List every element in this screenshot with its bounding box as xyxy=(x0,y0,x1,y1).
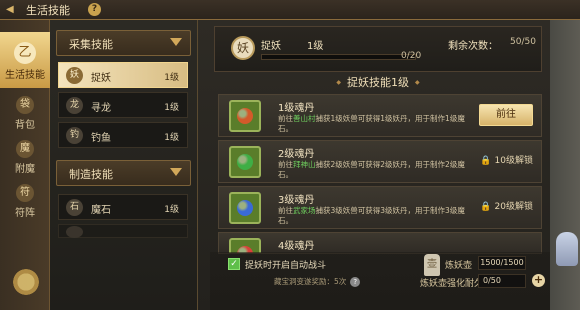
catch-demon-icon: 妖 xyxy=(231,36,255,60)
experience-text: 0/20 xyxy=(401,51,422,61)
catch-demon-icon: 妖 xyxy=(66,67,83,84)
bag-icon: 袋 xyxy=(16,96,34,114)
recipe-row: 4级魂丹 xyxy=(218,232,542,254)
gem-core xyxy=(237,154,253,170)
character-avatar xyxy=(556,232,578,266)
demon-pot-icon: 壶 xyxy=(424,254,440,276)
reward-text: 藏宝洞变遂奖励：5次 xyxy=(274,277,347,286)
rune-array-icon: 符 xyxy=(16,184,34,202)
tab-life-skill[interactable]: 乙 生活技能 xyxy=(0,32,50,88)
skill-name: 魔石 xyxy=(91,205,111,216)
recipe-title: 4级魂丹 xyxy=(278,241,315,252)
recipe-title: 3级魂丹 xyxy=(278,195,315,206)
back-arrow-icon[interactable]: ◀ xyxy=(6,3,19,16)
tab-label: 符阵 xyxy=(15,208,35,219)
durability-label: 炼妖壶强化耐久 xyxy=(420,279,484,289)
skill-level: 1级 xyxy=(164,103,179,113)
durability-value: 0/50 xyxy=(478,274,526,288)
demon-pill-icon xyxy=(229,146,261,178)
category-crafting[interactable]: 制造技能 xyxy=(56,160,191,186)
pot-value: 1500/1500 xyxy=(478,256,526,270)
recipe-description: 前往拜神山捕获2级妖兽可获得2级妖丹，用于制作2级魔石。 xyxy=(278,160,468,180)
tab-label: 生活技能 xyxy=(5,70,45,81)
tab-label: 背包 xyxy=(15,120,35,131)
auto-battle-label: 捉妖时开启自动战斗 xyxy=(245,261,327,271)
skill-level: 1级 xyxy=(164,73,179,83)
desc-prefix: 前往 xyxy=(278,206,293,215)
category-label: 采集技能 xyxy=(69,38,113,51)
dragon-seek-icon: 龙 xyxy=(66,97,83,114)
category-label: 制造技能 xyxy=(69,168,113,181)
help-icon[interactable]: ? xyxy=(88,3,101,16)
section-title: 捉妖技能1级 xyxy=(214,74,542,90)
page-title: 生活技能 xyxy=(26,4,70,17)
skill-icon xyxy=(66,226,83,238)
fishing-hook-icon: 钓 xyxy=(66,127,83,144)
skill-row-catch-demon[interactable]: 妖 捉妖 1级 xyxy=(58,62,188,88)
gem-core xyxy=(237,200,253,216)
help-bubble-icon[interactable]: ? xyxy=(350,277,361,287)
unlock-text: 10级解锁 xyxy=(494,156,533,166)
unlock-requirement: 🔒 20级解锁 xyxy=(480,199,533,212)
remaining-value: 50/50 xyxy=(510,37,536,47)
demon-pill-icon xyxy=(229,100,261,132)
unlock-requirement: 🔒 10级解锁 xyxy=(480,153,533,166)
tab-label: 附魔 xyxy=(15,164,35,175)
pot-label: 炼妖壶 xyxy=(445,261,473,271)
skill-level: 1级 xyxy=(307,41,324,52)
unlock-text: 20级解锁 xyxy=(494,202,533,212)
demon-pill-icon xyxy=(229,192,261,224)
skill-row-partial[interactable] xyxy=(58,224,188,238)
bottom-bar: ✓ 捉妖时开启自动战斗 藏宝洞变遂奖励：5次? 壶 炼妖壶 1500/1500 … xyxy=(210,252,550,310)
location-link[interactable]: 拜神山 xyxy=(293,160,316,169)
skill-level: 1级 xyxy=(164,205,179,215)
skill-row-magic-stone[interactable]: 石 魔石 1级 xyxy=(58,194,188,220)
category-gathering[interactable]: 采集技能 xyxy=(56,30,191,56)
desc-prefix: 前往 xyxy=(278,114,293,123)
skill-name: 捉妖 xyxy=(91,73,111,84)
recipe-row: 1级魂丹 前往善山村捕获1级妖兽可获得1级妖丹，用于制作1级魔石。 前往 xyxy=(218,94,542,137)
gem-core xyxy=(237,108,253,124)
enchant-icon: 魔 xyxy=(16,140,34,158)
tab-bag[interactable]: 袋 背包 xyxy=(0,96,50,131)
tab-rune-array[interactable]: 符 符阵 xyxy=(0,184,50,219)
recipe-row: 2级魂丹 前往拜神山捕获2级妖兽可获得2级妖丹，用于制作2级魔石。 🔒 10级解锁 xyxy=(218,140,542,183)
lock-icon: 🔒 xyxy=(480,156,492,166)
reward-info: 藏宝洞变遂奖励：5次? xyxy=(274,276,361,287)
recipe-row: 3级魂丹 前往武家场捕获3级妖兽可获得3级妖丹，用于制作3级魔石。 🔒 20级解锁 xyxy=(218,186,542,229)
section-title-text: 捉妖技能1级 xyxy=(347,76,409,89)
skill-name: 钓鱼 xyxy=(91,133,111,144)
auto-battle-checkbox[interactable]: ✓ xyxy=(228,258,240,270)
goto-button[interactable]: 前往 xyxy=(479,104,533,126)
life-skill-icon: 乙 xyxy=(14,42,36,64)
skill-list-panel: 采集技能 妖 捉妖 1级 龙 寻龙 1级 钓 钓鱼 1级 制造技能 石 魔石 1… xyxy=(50,20,198,310)
skill-level: 1级 xyxy=(164,133,179,143)
chevron-down-icon xyxy=(170,168,182,176)
skill-row-fishing[interactable]: 钓 钓鱼 1级 xyxy=(58,122,188,148)
remaining-label: 剩余次数： xyxy=(448,41,498,52)
location-link[interactable]: 武家场 xyxy=(293,206,316,215)
right-scene-strip xyxy=(550,20,580,310)
top-bar: ◀ 生活技能 ? xyxy=(0,0,580,20)
skill-row-dragon-seek[interactable]: 龙 寻龙 1级 xyxy=(58,92,188,118)
recipe-description: 前往武家场捕获3级妖兽可获得3级妖丹，用于制作3级魔石。 xyxy=(278,206,468,226)
recipe-description: 前往善山村捕获1级妖兽可获得1级妖丹，用于制作1级魔石。 xyxy=(278,114,468,134)
recipe-title: 1级魂丹 xyxy=(278,103,315,114)
skill-summary: 妖 捉妖 1级 0/20 剩余次数： 50/50 xyxy=(214,26,542,72)
tab-enchant[interactable]: 魔 附魔 xyxy=(0,140,50,175)
desc-prefix: 前往 xyxy=(278,160,293,169)
skill-name: 捉妖 xyxy=(261,41,281,52)
chevron-down-icon xyxy=(170,38,182,46)
lock-icon: 🔒 xyxy=(480,202,492,212)
recipe-title: 2级魂丹 xyxy=(278,149,315,160)
location-link[interactable]: 善山村 xyxy=(293,114,316,123)
add-durability-button[interactable]: + xyxy=(532,274,545,287)
magic-stone-icon: 石 xyxy=(66,199,83,216)
experience-bar xyxy=(261,54,416,60)
flower-decoration-icon xyxy=(6,262,46,302)
skill-name: 寻龙 xyxy=(91,103,111,114)
